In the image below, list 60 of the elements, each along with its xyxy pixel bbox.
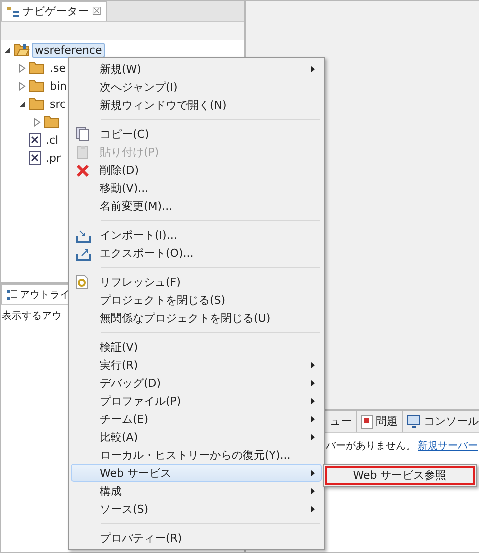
menu-item[interactable]: Web サービス参照 <box>325 466 475 485</box>
menu-item[interactable]: 比較(A) <box>71 428 322 446</box>
console-icon <box>407 415 421 428</box>
menu-item[interactable]: 新規ウィンドウで開く(N) <box>71 96 322 114</box>
menu-item[interactable]: ローカル・ヒストリーからの復元(Y)... <box>71 446 322 464</box>
xml-file-icon <box>29 133 41 147</box>
menu-item[interactable]: インポート(I)... <box>71 226 322 244</box>
tab-title: アウトライ <box>20 288 70 302</box>
new-server-link[interactable]: 新規サーバー <box>418 439 478 453</box>
copy-icon <box>76 127 90 142</box>
tab-title: ナビゲーター <box>23 4 89 19</box>
delete-icon <box>76 164 90 178</box>
menu-item[interactable]: 構成 <box>71 482 322 500</box>
export-icon <box>76 246 91 260</box>
view-tab[interactable]: コンソール <box>403 411 479 432</box>
close-icon[interactable]: ☒ <box>92 5 102 18</box>
outline-icon <box>6 288 17 300</box>
tree-item[interactable]: .se <box>47 60 69 76</box>
refresh-icon <box>76 275 89 290</box>
tree-item[interactable]: src <box>47 96 70 112</box>
paste-icon <box>76 145 90 160</box>
view-tab[interactable]: ュー <box>326 411 357 432</box>
menu-item[interactable]: Web サービス <box>71 464 322 482</box>
tree-item[interactable]: .pr <box>43 150 64 166</box>
menu-item[interactable]: 削除(D) <box>71 161 322 179</box>
menu-item[interactable]: コピー(C) <box>71 125 322 143</box>
collapsed-arrow-icon[interactable] <box>18 64 27 72</box>
tree-item[interactable]: wsreference <box>32 42 106 58</box>
menu-item[interactable]: プロパティー(R) <box>71 529 322 547</box>
menu-item[interactable]: エクスポート(O)... <box>71 244 322 262</box>
menu-item[interactable]: 実行(R) <box>71 356 322 374</box>
servers-message: バーがありません。 <box>326 440 416 453</box>
folder-icon <box>29 97 45 111</box>
expanded-arrow-icon[interactable] <box>3 46 12 54</box>
menu-item[interactable]: ソース(S) <box>71 500 322 518</box>
menu-item[interactable]: 無関係なプロジェクトを閉じる(U) <box>71 309 322 327</box>
menu-item[interactable]: 移動(V)... <box>71 179 322 197</box>
problems-icon <box>361 414 373 428</box>
menu-item[interactable]: デバッグ(D) <box>71 374 322 392</box>
collapsed-arrow-icon[interactable] <box>33 118 42 126</box>
import-icon <box>76 228 91 242</box>
expanded-arrow-icon[interactable] <box>18 100 27 108</box>
xml-file-icon <box>29 151 41 165</box>
tree-item[interactable]: bin <box>47 78 70 94</box>
menu-item[interactable]: 新規(W) <box>71 60 322 78</box>
view-tab[interactable]: 問題 <box>357 411 403 432</box>
folder-icon <box>44 115 60 129</box>
outline-message: 表示するアウ <box>2 311 62 322</box>
tree-item[interactable]: .cl <box>43 132 62 148</box>
project-folder-icon <box>14 43 30 57</box>
menu-item[interactable]: プロファイル(P) <box>71 392 322 410</box>
menu-item[interactable]: 名前変更(M)... <box>71 197 322 215</box>
folder-icon <box>29 61 45 75</box>
menu-item[interactable]: チーム(E) <box>71 410 322 428</box>
navigator-icon <box>6 6 20 18</box>
menu-item[interactable]: 次へジャンプ(I) <box>71 78 322 96</box>
navigator-tab[interactable]: ナビゲーター ☒ <box>1 1 107 21</box>
menu-item[interactable]: 検証(V) <box>71 338 322 356</box>
folder-icon <box>29 79 45 93</box>
collapsed-arrow-icon[interactable] <box>18 82 27 90</box>
